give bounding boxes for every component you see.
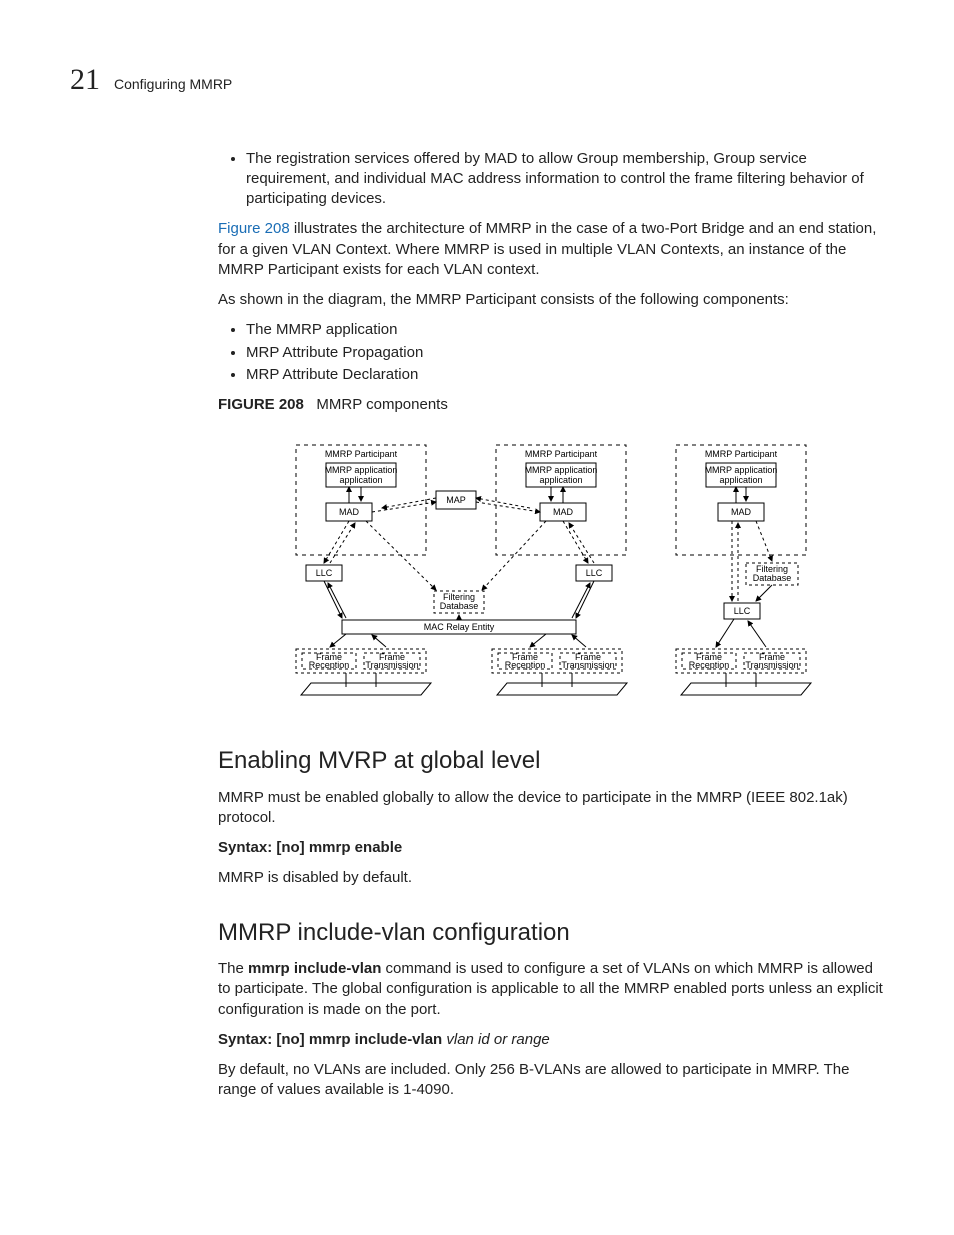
diagram-label: MAD: [731, 507, 752, 517]
diagram-label: MMRP application: [525, 465, 598, 475]
chapter-number: 21: [70, 60, 100, 101]
section2-syntax: Syntax: [no] mmrp include-vlan vlan id o…: [218, 1030, 884, 1050]
svg-text:Transmission: Transmission: [365, 660, 418, 670]
figure-label: FIGURE 208: [218, 396, 304, 413]
section2-para: The mmrp include-vlan command is used to…: [218, 959, 884, 1020]
svg-text:application: application: [539, 475, 582, 485]
svg-text:Reception: Reception: [505, 660, 546, 670]
figure-diagram-wrap: MMRP Participant MMRP application applic…: [218, 435, 884, 715]
section-heading-include-vlan: MMRP include-vlan configuration: [218, 917, 884, 949]
diagram-label: MAP: [446, 495, 466, 505]
intro-bullet-list: The registration services offered by MAD…: [218, 149, 884, 210]
svg-text:Database: Database: [753, 573, 792, 583]
diagram-label: LLC: [586, 568, 603, 578]
svg-text:application: application: [339, 475, 382, 485]
diagram-label: MMRP application: [705, 465, 778, 475]
diagram-label: LLC: [316, 568, 333, 578]
figure-caption-text: MMRP components: [316, 396, 447, 413]
list-item: The registration services offered by MAD…: [246, 149, 884, 210]
svg-text:Database: Database: [440, 601, 479, 611]
syntax-label: Syntax:: [218, 839, 276, 856]
content-column: The registration services offered by MAD…: [218, 149, 884, 1101]
section1-syntax: Syntax: [no] mmrp enable: [218, 838, 884, 858]
syntax-label: Syntax:: [218, 1031, 276, 1048]
list-item: MRP Attribute Propagation: [246, 343, 884, 363]
figure-caption: FIGURE 208 MMRP components: [218, 395, 884, 415]
diagram-label: MAC Relay Entity: [424, 622, 495, 632]
components-intro: As shown in the diagram, the MMRP Partic…: [218, 290, 884, 310]
section1-default: MMRP is disabled by default.: [218, 868, 884, 888]
page: 21 Configuring MMRP The registration ser…: [0, 0, 954, 1235]
diagram-label: LLC: [734, 606, 751, 616]
list-item: The MMRP application: [246, 320, 884, 340]
diagram-label: MMRP Participant: [705, 449, 778, 459]
svg-text:Reception: Reception: [309, 660, 350, 670]
svg-text:Reception: Reception: [689, 660, 730, 670]
section1-para: MMRP must be enabled globally to allow t…: [218, 788, 884, 829]
text: The: [218, 960, 248, 977]
text: illustrates the architecture of MMRP in …: [218, 220, 876, 278]
running-header: 21 Configuring MMRP: [70, 60, 884, 101]
diagram-label: MMRP Participant: [325, 449, 398, 459]
diagram-label: MAD: [339, 507, 360, 517]
diagram-label: MMRP application: [325, 465, 398, 475]
figure-link[interactable]: Figure 208: [218, 220, 290, 237]
svg-text:application: application: [719, 475, 762, 485]
chapter-title: Configuring MMRP: [114, 75, 232, 94]
diagram-label: MMRP Participant: [525, 449, 598, 459]
section2-default: By default, no VLANs are included. Only …: [218, 1060, 884, 1101]
svg-text:Transmission: Transmission: [561, 660, 614, 670]
section-heading-enabling-mvrp: Enabling MVRP at global level: [218, 745, 884, 777]
syntax-bold: [no] mmrp include-vlan: [276, 1031, 442, 1048]
syntax-italic: vlan id or range: [442, 1031, 550, 1048]
command-name: mmrp include-vlan: [248, 960, 381, 977]
syntax-text: [no] mmrp enable: [276, 839, 402, 856]
list-item: MRP Attribute Declaration: [246, 365, 884, 385]
svg-text:Transmission: Transmission: [745, 660, 798, 670]
components-list: The MMRP application MRP Attribute Propa…: [218, 320, 884, 385]
figure-diagram: MMRP Participant MMRP application applic…: [286, 435, 816, 715]
figure-reference-para: Figure 208 illustrates the architecture …: [218, 219, 884, 280]
diagram-label: MAD: [553, 507, 574, 517]
